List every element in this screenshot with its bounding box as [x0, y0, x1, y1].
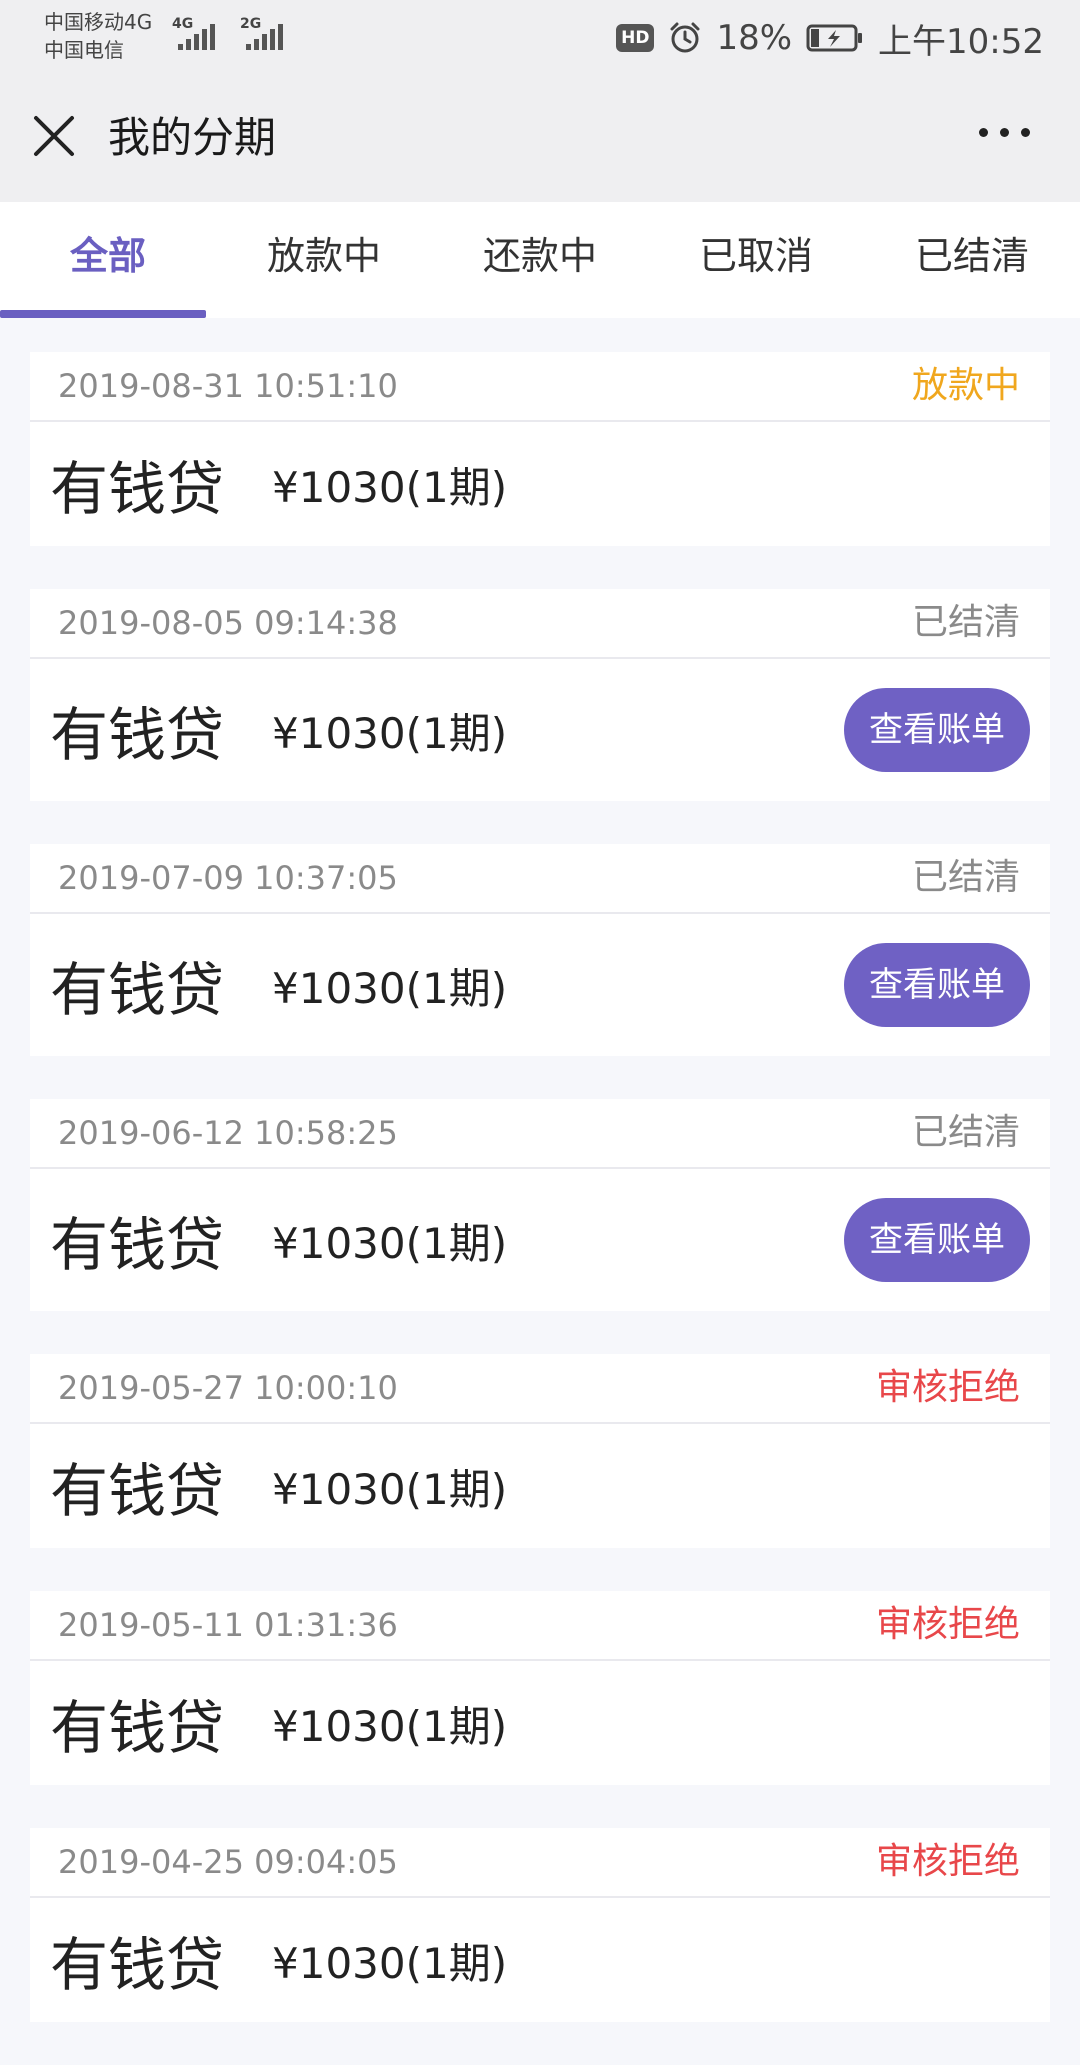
status-badge: 已结清: [911, 1112, 1020, 1153]
tab-cancelled[interactable]: 已取消: [648, 202, 864, 318]
record-time: 2019-08-05 09:14:38: [58, 604, 398, 642]
loan-amount: ¥1030(1期): [272, 1464, 508, 1514]
record-time: 2019-05-11 01:31:36: [58, 1606, 398, 1644]
loan-amount: ¥1030(1期): [272, 1938, 508, 1988]
list-item: 2019-04-25 09:04:05 审核拒绝 有钱贷 ¥1030(1期): [30, 1828, 1050, 2022]
close-icon[interactable]: [32, 114, 76, 158]
loan-amount: ¥1030(1期): [272, 1218, 508, 1268]
carrier-info: 中国移动4G 中国电信: [44, 8, 152, 64]
more-options-icon[interactable]: [979, 128, 1030, 137]
installment-list: 2019-08-31 10:51:10 放款中 有钱贷 ¥1030(1期) 20…: [30, 352, 1050, 2065]
filter-tabs: 全部 放款中 还款中 已取消 已结清: [0, 202, 1080, 318]
record-time: 2019-04-25 09:04:05: [58, 1843, 398, 1881]
status-bar: 中国移动4G 中国电信 4G 2G HD 18% 上午10:52: [0, 0, 1080, 76]
product-name: 有钱贷: [50, 1457, 225, 1525]
record-time: 2019-07-09 10:37:05: [58, 859, 398, 897]
loan-amount: ¥1030(1期): [272, 963, 508, 1013]
product-name: 有钱贷: [50, 701, 225, 769]
list-item: 2019-08-31 10:51:10 放款中 有钱贷 ¥1030(1期): [30, 352, 1050, 546]
view-bill-button[interactable]: 查看账单: [844, 688, 1030, 772]
status-badge: 已结清: [911, 857, 1020, 898]
loan-amount: ¥1030(1期): [272, 462, 508, 512]
record-time: 2019-05-27 10:00:10: [58, 1369, 398, 1407]
battery-percent: 18%: [716, 18, 793, 58]
tab-settled[interactable]: 已结清: [864, 202, 1080, 318]
list-item: 2019-08-05 09:14:38 已结清 有钱贷 ¥1030(1期) 查看…: [30, 589, 1050, 801]
title-bar: 我的分期: [0, 76, 1080, 202]
loan-amount: ¥1030(1期): [272, 708, 508, 758]
status-badge: 审核拒绝: [875, 1604, 1020, 1645]
tab-repaying[interactable]: 还款中: [432, 202, 648, 318]
hd-icon: HD: [616, 24, 655, 52]
product-name: 有钱贷: [50, 455, 225, 523]
alarm-icon: [668, 21, 702, 55]
status-badge: 审核拒绝: [875, 1841, 1020, 1882]
record-time: 2019-06-12 10:58:25: [58, 1114, 398, 1152]
status-badge: 审核拒绝: [875, 1367, 1020, 1408]
carrier-name-2: 中国电信: [44, 38, 124, 62]
battery-charging-icon: [806, 24, 864, 52]
tab-disbursing[interactable]: 放款中: [216, 202, 432, 318]
list-item: 2019-05-11 01:31:36 审核拒绝 有钱贷 ¥1030(1期): [30, 1591, 1050, 1785]
list-item: 2019-06-12 10:58:25 已结清 有钱贷 ¥1030(1期) 查看…: [30, 1099, 1050, 1311]
carrier-name-1: 中国移动4G: [44, 10, 153, 34]
list-item: 2019-07-09 10:37:05 已结清 有钱贷 ¥1030(1期) 查看…: [30, 844, 1050, 1056]
product-name: 有钱贷: [50, 956, 225, 1024]
record-time: 2019-08-31 10:51:10: [58, 367, 398, 405]
page-title: 我的分期: [108, 113, 277, 162]
clock-time: 上午10:52: [878, 21, 1044, 62]
list-item: 2019-05-27 10:00:10 审核拒绝 有钱贷 ¥1030(1期): [30, 1354, 1050, 1548]
tab-all[interactable]: 全部: [0, 202, 216, 318]
status-right: HD 18% 上午10:52: [616, 14, 1044, 62]
loan-amount: ¥1030(1期): [272, 1701, 508, 1751]
view-bill-button[interactable]: 查看账单: [844, 1198, 1030, 1282]
status-badge: 放款中: [911, 365, 1020, 406]
product-name: 有钱贷: [50, 1211, 225, 1279]
product-name: 有钱贷: [50, 1694, 225, 1762]
view-bill-button[interactable]: 查看账单: [844, 943, 1030, 1027]
product-name: 有钱贷: [50, 1931, 225, 1999]
status-badge: 已结清: [911, 602, 1020, 643]
